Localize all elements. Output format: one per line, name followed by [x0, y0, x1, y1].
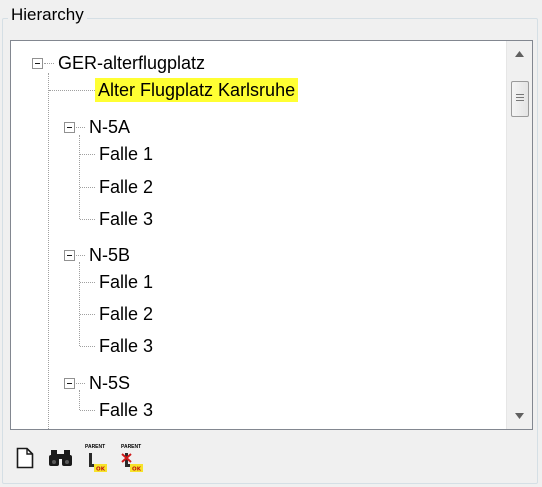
- tree-node-leaf[interactable]: Falle 2: [96, 298, 156, 330]
- tree-line: [76, 127, 85, 128]
- hierarchy-tree[interactable]: GER-alterflugplatz Alter Flugplatz Karls…: [10, 40, 533, 430]
- tree-node-leaf[interactable]: Falle 1: [96, 138, 156, 170]
- tree-node-selected[interactable]: Alter Flugplatz Karlsruhe: [95, 74, 299, 106]
- button-caption: PARENT: [121, 444, 142, 450]
- tree-node-label: N-5S: [89, 373, 131, 393]
- tree-node-leaf[interactable]: Falle 3: [96, 203, 156, 235]
- collapse-toggle-root[interactable]: [32, 58, 43, 69]
- hierarchy-toolbar: PARENT OK PARENT OK: [10, 436, 148, 480]
- new-document-icon: [16, 447, 34, 469]
- button-badge: OK: [132, 466, 142, 472]
- tree-node-leaf[interactable]: Falle 3: [96, 394, 156, 426]
- set-parent-cancel-button[interactable]: PARENT OK: [118, 440, 148, 476]
- tree-line: [49, 90, 95, 91]
- tree-line: [80, 154, 95, 155]
- tree-line: [79, 135, 80, 219]
- tree-node-leaf[interactable]: Falle 2: [96, 171, 156, 203]
- binoculars-find-icon: [49, 450, 72, 466]
- button-badge: OK: [96, 466, 106, 472]
- tree-node-label: Falle 3: [99, 336, 154, 356]
- tree-line: [80, 346, 95, 347]
- tree-node-label: GER-alterflugplatz: [58, 53, 206, 73]
- collapse-toggle-n5s[interactable]: [64, 378, 75, 389]
- tree-node-leaf[interactable]: Falle 3: [96, 330, 156, 362]
- scroll-up-button[interactable]: [507, 41, 532, 67]
- tree-node-label: Falle 1: [99, 272, 154, 292]
- set-parent-ok-button[interactable]: PARENT OK: [82, 440, 112, 476]
- chevron-down-icon: [515, 413, 524, 419]
- chevron-up-icon: [515, 51, 524, 57]
- scroll-thumb[interactable]: [511, 81, 529, 117]
- tree-node-label: Falle 3: [99, 209, 154, 229]
- tree-node-label: Falle 3: [99, 400, 154, 420]
- vertical-scrollbar[interactable]: [506, 41, 532, 429]
- tree-node-label: N-5A: [89, 117, 131, 137]
- tree-line: [79, 390, 80, 410]
- tree-line: [80, 282, 95, 283]
- tree-line: [80, 314, 95, 315]
- tree-line: [48, 73, 49, 429]
- scroll-down-button[interactable]: [507, 403, 532, 429]
- tree-line: [79, 262, 80, 346]
- collapse-toggle-n5b[interactable]: [64, 250, 75, 261]
- tree-node-label: Falle 1: [99, 144, 154, 164]
- group-title: Hierarchy: [8, 4, 87, 26]
- button-caption: PARENT: [85, 444, 106, 450]
- tree-line: [76, 255, 85, 256]
- tree-node-label: Falle 2: [99, 304, 154, 324]
- find-button[interactable]: [46, 440, 76, 476]
- tree-node-label: N-5B: [89, 245, 131, 265]
- new-document-button[interactable]: [10, 440, 40, 476]
- tree-line: [80, 410, 95, 411]
- tree-node-label: Alter Flugplatz Karlsruhe: [95, 78, 299, 102]
- tree-line: [44, 63, 54, 64]
- tree-line: [76, 383, 85, 384]
- tree-line: [80, 219, 95, 220]
- tree-line: [80, 187, 95, 188]
- tree-node-label: Falle 2: [99, 177, 154, 197]
- tree-node-leaf[interactable]: Falle 1: [96, 266, 156, 298]
- tree-content: GER-alterflugplatz Alter Flugplatz Karls…: [11, 41, 507, 429]
- collapse-toggle-n5a[interactable]: [64, 122, 75, 133]
